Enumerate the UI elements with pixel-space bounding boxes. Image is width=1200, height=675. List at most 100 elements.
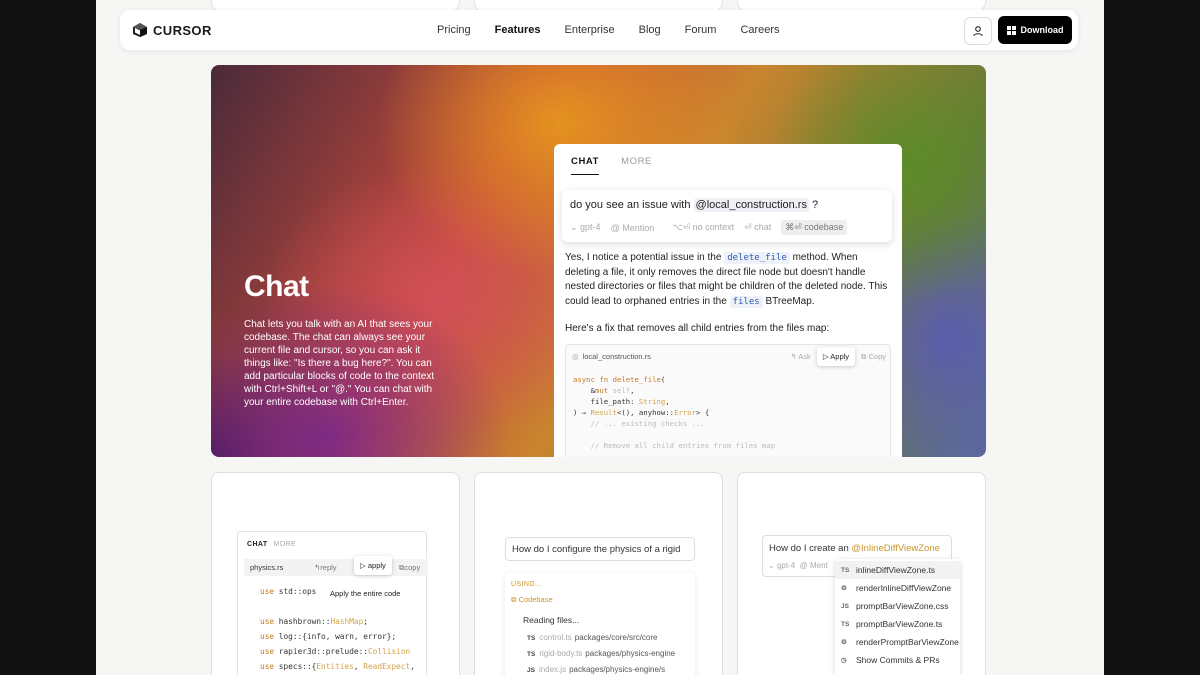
copy-button[interactable]: ⧉ Copy <box>861 352 886 362</box>
code-content: async fn delete_file( &mut self, file_pa… <box>573 375 776 450</box>
nav-link-careers[interactable]: Careers <box>740 24 779 36</box>
file-row: TS control.ts packages/core/src/core <box>527 633 657 642</box>
inline-code: files <box>729 295 763 308</box>
file-name: index.js <box>538 665 567 674</box>
nav-link-pricing[interactable]: Pricing <box>437 24 471 36</box>
chat-panel: CHAT MORE do you see an issue with @loca… <box>554 144 902 457</box>
chat-query-box[interactable]: do you see an issue with @local_construc… <box>562 190 892 242</box>
answer-text: Yes, I notice a potential issue in the <box>565 252 722 263</box>
codebase-label: Codebase <box>518 595 553 604</box>
tab-more[interactable]: MORE <box>621 156 652 175</box>
page: CURSOR Pricing Features Enterprise Blog … <box>96 0 1104 675</box>
mini-tab-chat[interactable]: CHAT <box>247 541 268 548</box>
mini-code-content: use std::ops use hashbrown::HashMap; use… <box>260 587 415 671</box>
tab-chat[interactable]: CHAT <box>571 156 600 175</box>
top-nav: CURSOR Pricing Features Enterprise Blog … <box>120 10 1078 50</box>
code-block-header: ◎ local_construction.rs ↰ Ask ▷ Apply ⧉ … <box>566 345 890 367</box>
codebase-query[interactable]: How do I configure the physics of a rigi… <box>505 537 695 561</box>
model-label[interactable]: gpt-4 <box>777 561 795 570</box>
mini-code-header: physics.rs ↰ reply ▷ apply ⧉ copy <box>244 556 428 576</box>
windows-icon <box>1006 25 1016 35</box>
download-button[interactable]: Download <box>998 16 1072 44</box>
file-path: packages/physics-engine <box>585 649 676 658</box>
option-label: inlineDiffViewZone.ts <box>856 565 936 575</box>
feature-card-codebase: How do I configure the physics of a rigi… <box>474 472 723 675</box>
nav-link-blog[interactable]: Blog <box>639 24 661 36</box>
file-name: rigid-body.ts <box>539 649 583 658</box>
mention-option[interactable]: ⚙ renderInlineDiffViewZone <box>835 579 960 597</box>
hero-title: Chat <box>244 270 309 303</box>
option-label: renderPromptBarViewZone <box>856 637 959 647</box>
file-icon: ◎ <box>572 351 579 361</box>
file-path: packages/physics-engine/s <box>569 665 666 674</box>
chat-tabs: CHAT MORE <box>571 156 652 175</box>
mini-copy-label: copy <box>404 563 421 572</box>
apply-label: Apply <box>830 352 850 361</box>
logo[interactable]: CURSOR <box>132 22 212 38</box>
query-prefix: do you see an issue with <box>570 199 691 211</box>
mini-tabs: CHAT MORE <box>247 541 296 548</box>
file-name: control.ts <box>539 633 572 642</box>
codebase-option[interactable]: ⌘⏎ codebase <box>781 220 848 235</box>
mention-option[interactable]: ⚙ renderPromptBarViewZone <box>835 633 960 651</box>
ask-label: Ask <box>798 352 811 361</box>
nav-link-features[interactable]: Features <box>495 24 541 36</box>
user-icon <box>973 26 983 37</box>
chat-option[interactable]: ⏎ chat <box>744 222 771 233</box>
model-selector[interactable]: ⌄ gpt-4 <box>570 222 601 233</box>
cursor-logo-icon <box>133 23 147 37</box>
mention-option[interactable]: TS promptBarViewZone.ts <box>835 615 960 633</box>
ask-button[interactable]: ↰ Ask <box>790 352 810 361</box>
symbol-icon: ⚙ <box>841 639 847 646</box>
file-row: TS rigid-body.ts packages/physics-engine <box>527 649 675 658</box>
mention-option[interactable]: ◷ Show Commits & PRs <box>835 651 960 669</box>
javascript-icon: JS <box>841 602 849 610</box>
mention-option[interactable]: JS promptBarViewZone.css <box>835 597 960 615</box>
history-icon: ◷ <box>841 657 847 664</box>
chat-feature-hero: Chat Chat lets you talk with an AI that … <box>211 65 986 457</box>
option-label: promptBarViewZone.css <box>856 601 949 611</box>
mention-options: ⌄ gpt-4 @ Ment <box>768 561 828 570</box>
mention-query: How do I create an @InlineDiffViewZone <box>769 543 940 554</box>
mini-copy-button[interactable]: ⧉ copy <box>399 559 420 576</box>
no-context-option[interactable]: ⌥⏎ no context <box>672 222 734 233</box>
file-type-icon: TS <box>527 651 536 658</box>
mini-tab-more[interactable]: MORE <box>274 541 297 548</box>
using-panel: USING... ⧉ Codebase Reading files... TS c… <box>505 573 695 675</box>
nav-link-enterprise[interactable]: Enterprise <box>564 24 614 36</box>
typescript-icon: TS <box>841 566 850 574</box>
feature-card-mentions: How do I create an @InlineDiffViewZone ⌄… <box>737 472 986 675</box>
mini-chat-window: CHAT MORE physics.rs ↰ reply ▷ apply ⧉ c… <box>237 531 428 675</box>
download-label: Download <box>1020 25 1064 35</box>
codebase-source: ⧉ Codebase <box>511 595 553 604</box>
mention-label[interactable]: @ Ment <box>800 561 828 570</box>
mention-dropdown: TS inlineDiffViewZone.ts ⚙ renderInlineDif… <box>835 559 960 675</box>
file-mention[interactable]: @local_construction.rs <box>693 198 809 212</box>
feature-cards: CHAT MORE physics.rs ↰ reply ▷ apply ⧉ c… <box>211 472 986 675</box>
option-label: Show Commits & PRs <box>856 655 940 665</box>
code-actions: ↰ Ask ▷ Apply ⧉ Copy <box>790 347 886 366</box>
file-type-icon: JS <box>527 667 535 674</box>
query-text: do you see an issue with @local_construc… <box>570 198 819 212</box>
answer-fix-text: Here's a fix that removes all child entr… <box>565 323 830 334</box>
nav-link-forum[interactable]: Forum <box>685 24 717 36</box>
reading-files: Reading files... <box>523 615 580 625</box>
query-options: ⌄ gpt-4 @ Mention ⌥⏎ no context ⏎ chat ⌘… <box>570 220 848 235</box>
logo-text: CURSOR <box>153 22 212 38</box>
account-button[interactable] <box>964 17 992 45</box>
code-block: ◎ local_construction.rs ↰ Ask ▷ Apply ⧉ … <box>565 344 891 457</box>
mini-apply-button[interactable]: ▷ apply <box>354 556 392 575</box>
inline-code: delete_file <box>724 252 790 264</box>
apply-button[interactable]: ▷ Apply <box>816 347 856 366</box>
mention-button[interactable]: @ Mention <box>611 223 655 233</box>
reply-button[interactable]: ↰ reply <box>314 559 337 576</box>
file-type-icon: TS <box>527 635 536 642</box>
model-label: gpt-4 <box>580 222 601 232</box>
mention-option[interactable]: TS inlineDiffViewZone.ts <box>835 561 960 579</box>
option-label: renderInlineDiffViewZone <box>856 583 952 593</box>
file-row: JS index.js packages/physics-engine/s <box>527 665 665 674</box>
option-label: promptBarViewZone.ts <box>856 619 943 629</box>
feature-card-apply: CHAT MORE physics.rs ↰ reply ▷ apply ⧉ c… <box>211 472 460 675</box>
query-suffix: ? <box>812 199 819 211</box>
mini-filename: physics.rs <box>250 563 284 572</box>
